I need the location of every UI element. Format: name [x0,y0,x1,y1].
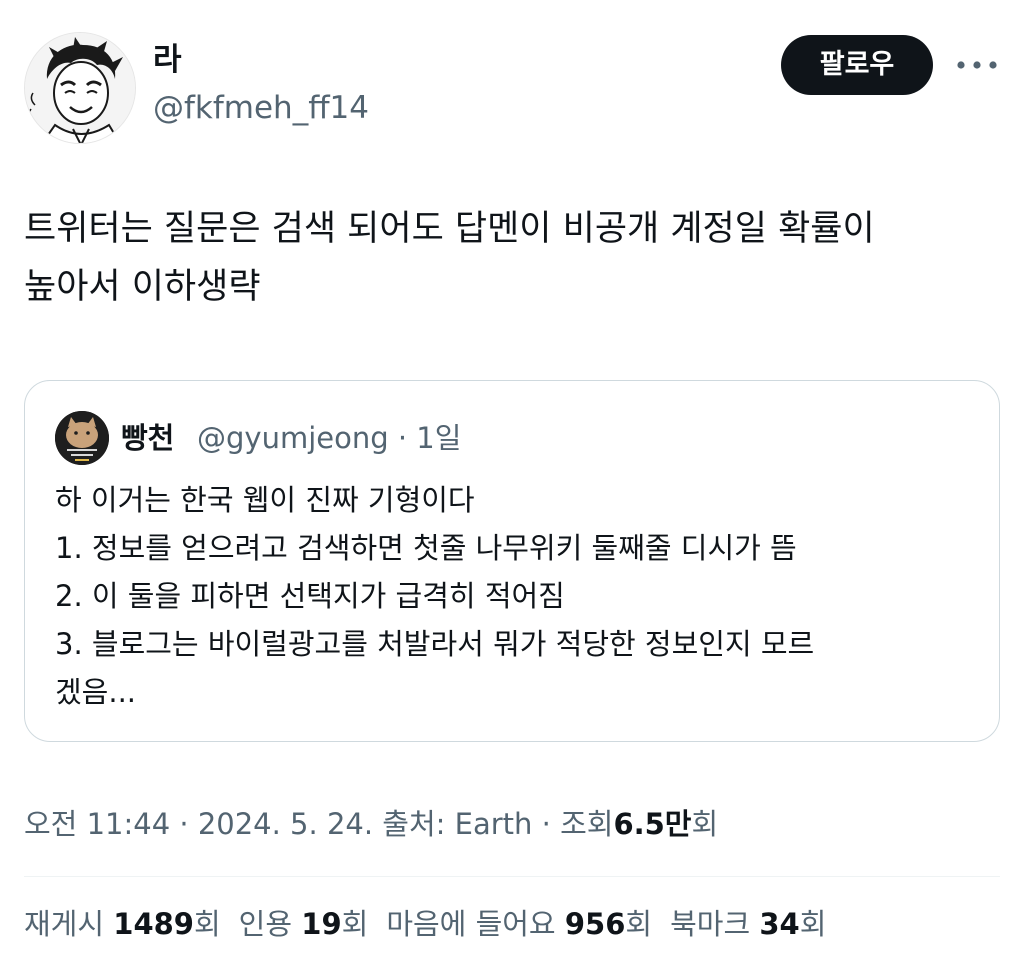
likes-label: 마음에 들어요 [386,907,556,941]
cat-avatar-image [55,411,109,465]
views-count: 6.5만 [613,807,692,841]
quoted-author-avatar[interactable] [55,411,109,465]
quotes-label: 인용 [238,907,293,941]
author-display-name[interactable]: 라 [153,40,182,80]
author-avatar[interactable] [24,32,136,144]
quoted-tweet-card[interactable]: 빵천 @gyumjeong · 1일 하 이거는 한국 웹이 진짜 기형이다 1… [24,380,1000,742]
quotes-stat[interactable]: 인용 19회 [239,907,369,941]
tweet-meta: 오전 11:44 · 2024. 5. 24. 출처: Earth · 조회6.… [24,802,718,846]
bookmarks-stat[interactable]: 북마크 34회 [670,907,826,941]
quotes-count: 19 [301,907,342,941]
quoted-author-meta: @gyumjeong · 1일 [197,419,461,457]
tweet-date[interactable]: 2024. 5. 24. [198,807,373,841]
retweets-unit: 회 [193,907,221,941]
author-handle[interactable]: @fkfmeh_ff14 [153,88,369,128]
views-unit: 회 [691,807,719,841]
more-options-button[interactable] [954,50,1000,80]
bookmarks-label: 북마크 [670,907,751,941]
tweet-stats: 재게시 1489회 인용 19회 마음에 들어요 956회 북마크 34회 [24,902,826,946]
retweets-stat[interactable]: 재게시 1489회 [24,907,221,941]
bookmarks-unit: 회 [799,907,827,941]
bookmarks-count: 34 [759,907,800,941]
tweet-time[interactable]: 오전 11:44 [24,807,170,841]
follow-button[interactable]: 팔로우 [781,35,933,95]
tweet-source: 출처: Earth [382,807,533,841]
quoted-author-display-name[interactable]: 빵천 [121,419,174,457]
quoted-meta-separator: · [397,421,408,455]
retweets-count: 1489 [113,907,194,941]
likes-stat[interactable]: 마음에 들어요 956회 [386,907,652,941]
meta-separator: · [179,807,189,841]
tweet-header: 라 @fkfmeh_ff14 팔로우 [24,32,1000,144]
quoted-tweet-text: 하 이거는 한국 웹이 진짜 기형이다 1. 정보를 얻으려고 검색하면 첫줄 … [55,483,815,709]
quoted-tweet-time[interactable]: 1일 [416,421,461,455]
more-horizontal-icon [957,61,997,69]
stats-divider [24,876,1000,877]
tweet-text: 트위터는 질문은 검색 되어도 답멘이 비공개 계정일 확률이 높아서 이하생략 [24,209,875,307]
likes-count: 956 [564,907,626,941]
meta-separator: · [541,807,551,841]
avatar-illustration [25,33,135,143]
quotes-unit: 회 [341,907,369,941]
likes-unit: 회 [625,907,653,941]
retweets-label: 재게시 [24,907,105,941]
views-label: 조회 [560,807,614,841]
quoted-author-handle[interactable]: @gyumjeong [197,421,389,455]
